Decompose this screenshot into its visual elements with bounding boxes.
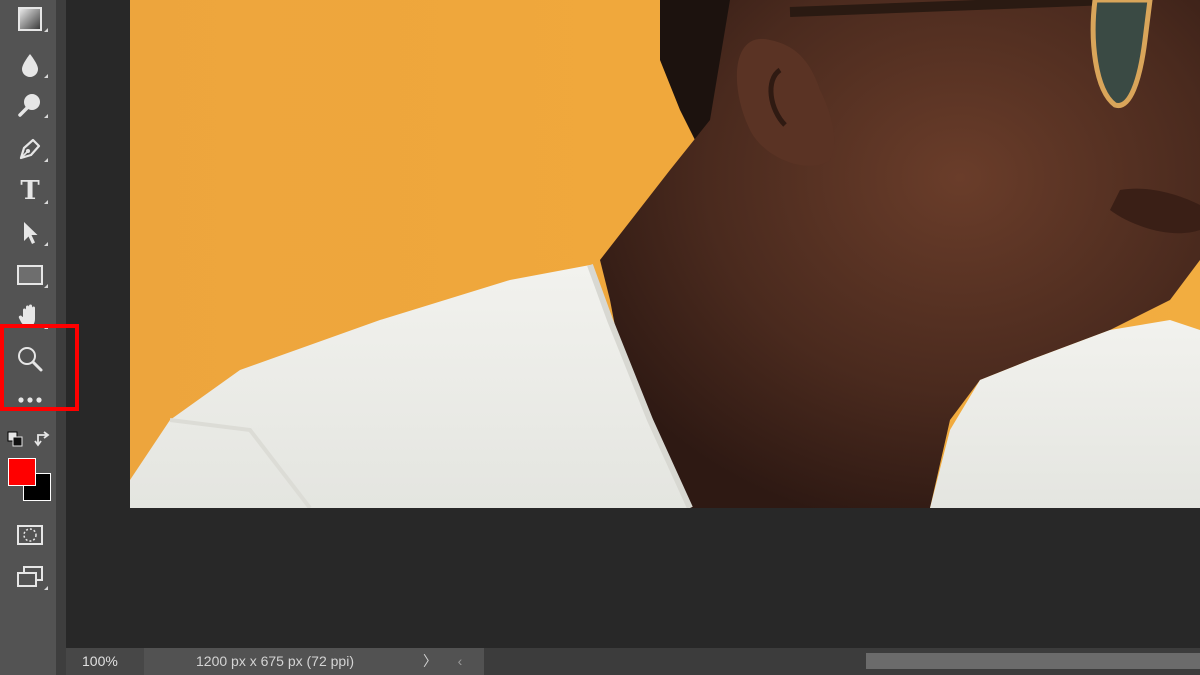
dodge-icon — [18, 94, 40, 117]
gradient-icon — [18, 7, 42, 31]
default-colors-icon — [7, 431, 23, 447]
more-icon — [18, 397, 42, 403]
screen-mode-icon — [17, 566, 43, 587]
dodge-tool-button[interactable] — [10, 86, 50, 124]
tools-panel: T — [0, 0, 56, 675]
path-selection-tool-button[interactable] — [10, 214, 50, 252]
type-tool-button[interactable]: T — [10, 172, 50, 210]
blur-tool-button[interactable] — [10, 46, 50, 84]
drop-icon — [22, 54, 38, 77]
hand-tool-button[interactable] — [10, 297, 50, 335]
quick-mask-button[interactable] — [10, 516, 50, 554]
edit-toolbar-button[interactable] — [10, 384, 50, 416]
pen-tool-button[interactable] — [10, 130, 50, 168]
status-bar: 100% 1200 px x 675 px (72 ppi) 〉 ‹ — [66, 648, 1200, 675]
zoom-icon — [18, 347, 43, 372]
photo-image — [130, 0, 1200, 508]
scroll-left-icon[interactable]: ‹ — [452, 648, 468, 675]
swap-arrows-icon — [34, 431, 50, 447]
toolbar-divider — [56, 0, 66, 675]
arrow-icon — [24, 222, 38, 244]
zoom-level[interactable]: 100% — [66, 648, 144, 675]
hand-icon — [18, 304, 35, 327]
rectangle-icon — [17, 265, 43, 285]
rectangle-tool-button[interactable] — [10, 256, 50, 294]
document-canvas[interactable] — [130, 0, 1200, 508]
foreground-color-swatch[interactable] — [8, 458, 36, 486]
default-colors-button[interactable] — [6, 430, 24, 448]
gradient-tool-button[interactable] — [10, 0, 50, 38]
zoom-tool-button[interactable] — [10, 340, 50, 378]
type-icon: T — [20, 176, 40, 206]
document-info-expand-icon[interactable]: 〉 — [422, 648, 438, 675]
horizontal-scrollbar-thumb[interactable] — [866, 653, 1200, 669]
quick-mask-icon — [17, 525, 43, 545]
screen-mode-button[interactable] — [10, 558, 50, 596]
swap-colors-button[interactable] — [34, 430, 52, 448]
pen-icon — [19, 138, 41, 160]
